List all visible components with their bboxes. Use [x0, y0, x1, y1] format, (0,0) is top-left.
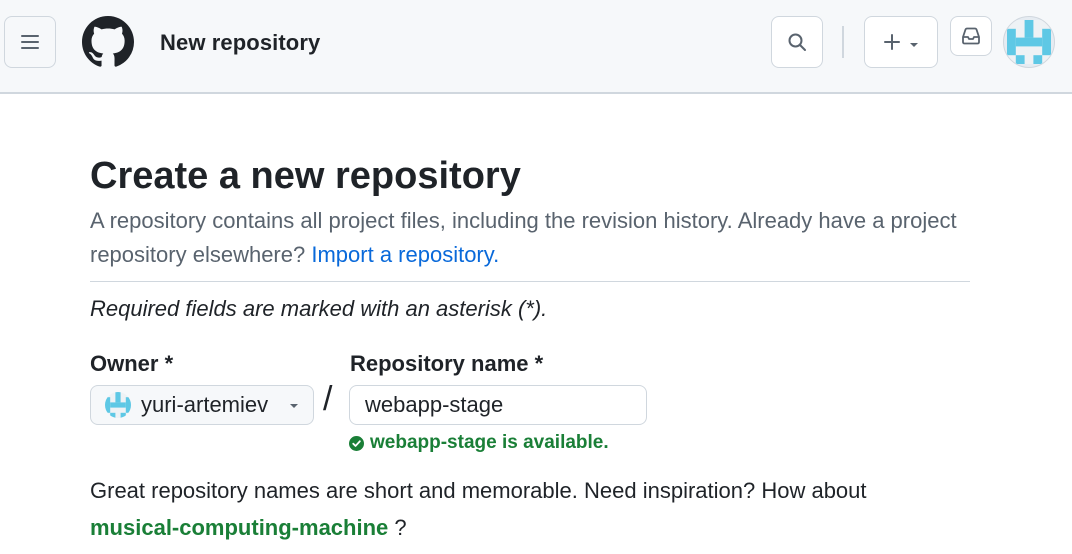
hamburger-icon — [21, 35, 39, 49]
check-circle-icon — [349, 435, 364, 451]
caret-down-icon — [290, 404, 298, 408]
menu-button[interactable] — [4, 16, 56, 68]
search-button[interactable] — [771, 16, 823, 68]
page-title: Create a new repository — [90, 155, 521, 197]
search-icon — [788, 33, 806, 51]
availability-text: webapp-stage is available. — [370, 432, 609, 453]
suggestion-text: Great repository names are short and mem… — [90, 478, 867, 503]
header-title: New repository — [160, 30, 321, 55]
owner-avatar-icon — [105, 392, 131, 418]
inbox-icon — [962, 27, 980, 45]
caret-down-icon — [910, 43, 918, 47]
section-divider — [90, 281, 970, 282]
repository-name-label: Repository name * — [350, 351, 544, 376]
owner-name: yuri-artemiev — [141, 392, 269, 417]
suggested-name-button[interactable]: musical-computing-machine — [90, 515, 388, 540]
import-repository-link[interactable]: Import a repository. — [311, 242, 499, 267]
header-divider — [842, 26, 844, 58]
owner-select[interactable]: yuri-artemiev — [90, 385, 314, 425]
availability-status: webapp-stage is available. — [349, 432, 609, 454]
top-header: New repository — [0, 0, 1072, 94]
github-logo-icon[interactable] — [82, 16, 134, 68]
page-description: A repository contains all project files,… — [90, 204, 970, 272]
owner-repo-separator: / — [323, 380, 333, 418]
repository-name-input[interactable] — [349, 385, 647, 425]
avatar-identicon-icon — [1007, 20, 1051, 64]
create-new-button[interactable] — [864, 16, 938, 68]
plus-icon — [884, 34, 900, 50]
name-suggestion: Great repository names are short and mem… — [90, 472, 970, 546]
owner-label: Owner * — [90, 351, 174, 376]
user-avatar[interactable] — [1003, 16, 1055, 68]
suggestion-end: ? — [394, 515, 407, 540]
description-text: A repository contains all project files,… — [90, 208, 957, 267]
required-fields-note: Required fields are marked with an aster… — [90, 296, 548, 321]
inbox-button[interactable] — [950, 16, 992, 56]
